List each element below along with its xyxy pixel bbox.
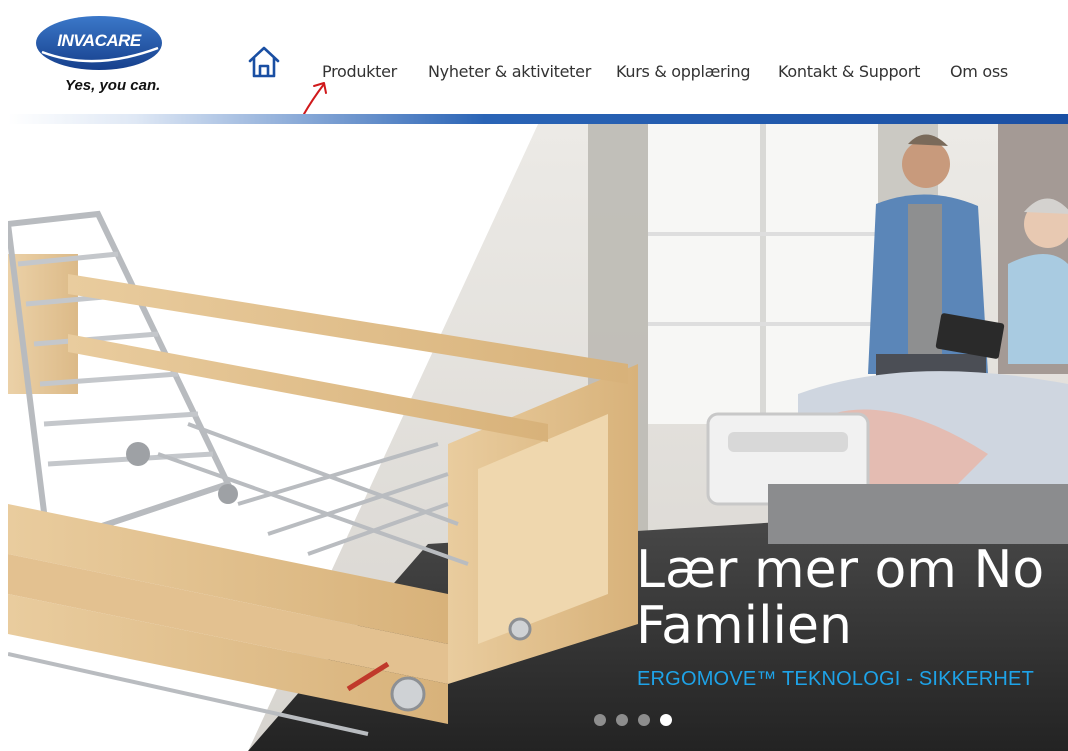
hero-heading-line2: Familien [636, 596, 852, 656]
hero-heading[interactable]: Lær mer om No Familien [636, 542, 1044, 654]
carousel-pagination [594, 714, 672, 726]
hero-banner[interactable]: Lær mer om No Familien ERGOMOVE™ TEKNOLO… [8, 124, 1068, 751]
site-header: INVACARE Yes, you can. Produkter Nyheter… [0, 0, 1068, 115]
hero-image [8, 124, 1068, 751]
carousel-dot-3[interactable] [638, 714, 650, 726]
carousel-dot-1[interactable] [594, 714, 606, 726]
logo-tagline: Yes, you can. [65, 77, 161, 94]
home-icon[interactable] [246, 44, 282, 80]
nav-item-produkter[interactable]: Produkter [322, 62, 397, 81]
carousel-dot-4-active[interactable] [660, 714, 672, 726]
red-annotation-arrow-icon [303, 82, 327, 115]
nav-item-kontakt-support[interactable]: Kontakt & Support [778, 62, 920, 81]
header-gradient-stripe [8, 114, 1068, 124]
invacare-logo[interactable]: INVACARE Yes, you can. [30, 14, 170, 104]
nav-item-nyheter-aktiviteter[interactable]: Nyheter & aktiviteter [428, 62, 591, 81]
logo-wordmark: INVACARE [57, 31, 141, 50]
hero-heading-line1: Lær mer om No [636, 540, 1045, 600]
hero-subheading[interactable]: ERGOMOVE™ TEKNOLOGI - SIKKERHET [637, 668, 1034, 691]
page: INVACARE Yes, you can. Produkter Nyheter… [0, 0, 1068, 751]
nav-item-om-oss[interactable]: Om oss [950, 62, 1008, 81]
carousel-dot-2[interactable] [616, 714, 628, 726]
nav-item-kurs-opplaering[interactable]: Kurs & opplæring [616, 62, 750, 81]
